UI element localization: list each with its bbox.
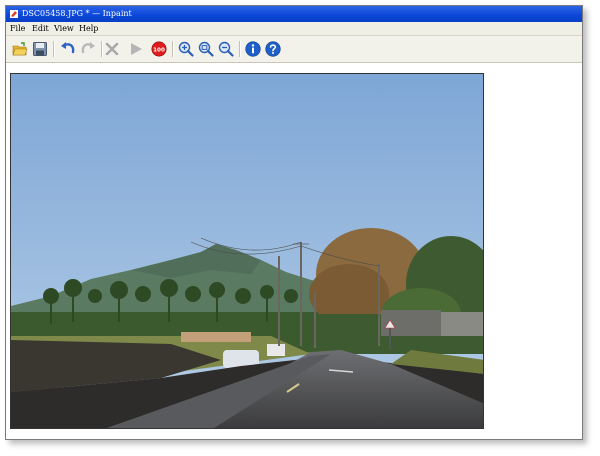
app-window: DSC05458.JPG * — Inpaint File Edit View … (5, 5, 583, 440)
title-bar[interactable]: DSC05458.JPG * — Inpaint (6, 6, 582, 22)
open-button[interactable] (12, 41, 28, 57)
menu-file[interactable]: File (10, 23, 25, 34)
window-title: DSC05458.JPG * — Inpaint (22, 9, 132, 18)
photo[interactable] (10, 73, 484, 429)
toolbar-separator (172, 41, 174, 57)
zoom-out-button[interactable] (218, 41, 234, 57)
zoom-in-button[interactable] (178, 41, 194, 57)
zoom-100-label: 100 (153, 47, 165, 53)
undo-icon (61, 42, 75, 54)
redo-icon (81, 42, 95, 54)
toolbar-separator (53, 41, 55, 57)
app-icon (10, 10, 18, 18)
menu-view[interactable]: View (54, 23, 74, 34)
landscape-photo (11, 74, 483, 428)
zoom-out-icon (218, 41, 234, 57)
help-icon (265, 41, 281, 57)
menu-bar: File Edit View Help (6, 22, 582, 36)
toolbar-separator (101, 41, 103, 57)
image-canvas[interactable] (6, 63, 582, 439)
zoom-100-button[interactable]: 100 (151, 41, 167, 57)
menu-help[interactable]: Help (79, 23, 98, 34)
save-button[interactable] (32, 41, 48, 57)
zoom-fit-icon (198, 41, 214, 57)
open-icon (12, 42, 28, 56)
redo-button[interactable] (80, 41, 96, 57)
delete-icon (105, 42, 119, 56)
zoom-100-icon: 100 (151, 41, 167, 57)
zoom-in-icon (178, 41, 194, 57)
zoom-fit-button[interactable] (198, 41, 214, 57)
toolbar: 100 (6, 36, 582, 63)
play-button[interactable] (128, 41, 144, 57)
info-button[interactable] (245, 41, 261, 57)
undo-button[interactable] (60, 41, 76, 57)
toolbar-separator (239, 41, 241, 57)
delete-button[interactable] (104, 41, 120, 57)
save-icon (33, 42, 47, 56)
menu-edit[interactable]: Edit (32, 23, 49, 34)
info-icon (245, 41, 261, 57)
help-button[interactable] (265, 41, 281, 57)
play-icon (131, 43, 142, 55)
